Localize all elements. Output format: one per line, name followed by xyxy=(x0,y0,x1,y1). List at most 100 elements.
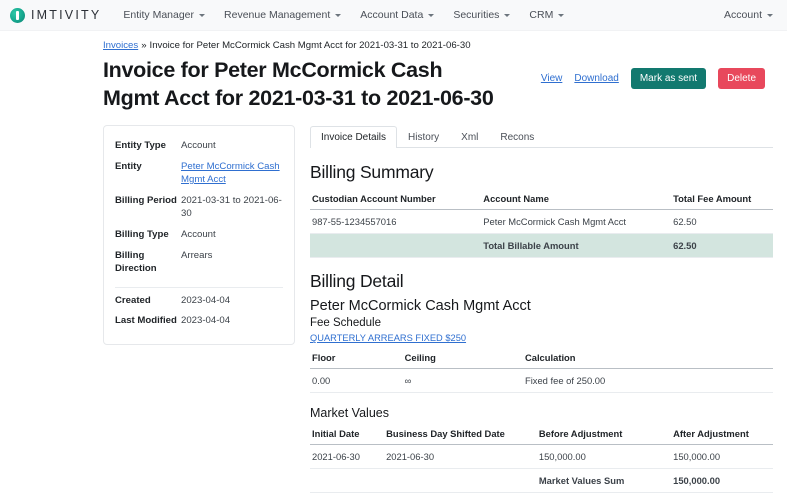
chevron-down-icon xyxy=(504,14,510,17)
nav-right-group: Account xyxy=(724,9,773,21)
mark-as-sent-button[interactable]: Mark as sent xyxy=(631,68,706,89)
cell-summary-label: Market Values Sum xyxy=(537,469,671,493)
detail-label: Billing Direction xyxy=(115,250,181,276)
nav-item-account-data[interactable]: Account Data xyxy=(360,9,434,21)
column-header-account-name: Account Name xyxy=(481,189,671,210)
breadcrumb-separator: » xyxy=(141,40,146,51)
brand-logo[interactable]: IMTIVITY xyxy=(10,8,101,23)
cell-empty xyxy=(310,493,384,500)
detail-value: Peter McCormick Cash Mgmt Acct xyxy=(181,161,283,187)
panel-divider xyxy=(115,287,283,288)
column-header-before-adjustment: Before Adjustment xyxy=(537,424,671,445)
billing-detail-account-name: Peter McCormick Cash Mgmt Acct xyxy=(310,298,773,314)
cell-empty xyxy=(310,469,384,493)
cell-empty xyxy=(310,234,481,258)
column-header-calculation: Calculation xyxy=(523,348,773,369)
nav-item-label: CRM xyxy=(529,9,553,21)
detail-row-created: Created 2023-04-04 xyxy=(115,291,283,312)
billing-summary-table: Custodian Account Number Account Name To… xyxy=(310,189,773,258)
top-navbar: IMTIVITY Entity Manager Revenue Manageme… xyxy=(0,0,787,31)
tab-recons[interactable]: Recons xyxy=(489,126,545,148)
invoice-details-panel: Entity Type Account Entity Peter McCormi… xyxy=(103,125,295,345)
page-title: Invoice for Peter McCormick Cash Mgmt Ac… xyxy=(103,57,495,112)
cell-business-day-shifted-date: 2021-06-30 xyxy=(384,445,537,469)
detail-label: Entity Type xyxy=(115,140,181,153)
chevron-down-icon xyxy=(558,14,564,17)
breadcrumb: Invoices»Invoice for Peter McCormick Cas… xyxy=(0,31,773,55)
total-billable-amount-row: Total Billable Amount 62.50 xyxy=(310,234,773,258)
detail-row-entity: Entity Peter McCormick Cash Mgmt Acct xyxy=(115,157,283,191)
nav-item-label: Revenue Management xyxy=(224,9,330,21)
nav-item-label: Securities xyxy=(453,9,499,21)
fee-schedule-link[interactable]: QUARTERLY ARREARS FIXED $250 xyxy=(310,333,466,343)
detail-row-last-modified: Last Modified 2023-04-04 xyxy=(115,311,283,332)
column-header-custodian-account-number: Custodian Account Number xyxy=(310,189,481,210)
cell-before-adjustment: 150,000.00 xyxy=(537,445,671,469)
fee-schedule-table: Floor Ceiling Calculation 0.00 ∞ Fixed f… xyxy=(310,348,773,393)
column-header-floor: Floor xyxy=(310,348,403,369)
fee-schedule-heading: Fee Schedule xyxy=(310,317,773,329)
detail-label: Created xyxy=(115,295,181,308)
cell-account-name: Peter McCormick Cash Mgmt Acct xyxy=(481,210,671,234)
chevron-down-icon xyxy=(767,14,773,17)
view-link[interactable]: View xyxy=(541,73,563,84)
chevron-down-icon xyxy=(428,14,434,17)
detail-value: 2021-03-31 to 2021-06-30 xyxy=(181,195,283,221)
market-values-section: Market Values Initial Date Business Day … xyxy=(310,406,773,500)
column-header-initial-date: Initial Date xyxy=(310,424,384,445)
cell-total-billable-value: 62.50 xyxy=(671,234,773,258)
detail-value: Account xyxy=(181,229,216,242)
detail-row-billing-period: Billing Period 2021-03-31 to 2021-06-30 xyxy=(115,191,283,225)
detail-row-billing-direction: Billing Direction Arrears xyxy=(115,246,283,280)
column-header-after-adjustment: After Adjustment xyxy=(671,424,773,445)
market-values-heading: Market Values xyxy=(310,406,773,420)
cell-empty xyxy=(384,469,537,493)
delete-button[interactable]: Delete xyxy=(718,68,765,89)
detail-value: 2023-04-04 xyxy=(181,315,230,328)
page-actions: View Download Mark as sent Delete xyxy=(541,68,773,89)
tab-bar: Invoice Details History Xml Recons xyxy=(310,125,773,148)
nav-item-label: Account Data xyxy=(360,9,423,21)
cell-total-fee-amount: 62.50 xyxy=(671,210,773,234)
cell-ceiling: ∞ xyxy=(403,369,523,393)
tab-history[interactable]: History xyxy=(397,126,450,148)
proration-multiplier-row: Proration Multiplier 1.0 xyxy=(310,493,773,500)
nav-item-entity-manager[interactable]: Entity Manager xyxy=(123,9,205,21)
nav-item-revenue-management[interactable]: Revenue Management xyxy=(224,9,341,21)
entity-link[interactable]: Peter McCormick Cash Mgmt Acct xyxy=(181,161,280,185)
billing-summary-section: Billing Summary Custodian Account Number… xyxy=(310,162,773,258)
cell-summary-value: 1.0 xyxy=(671,493,773,500)
primary-nav: Entity Manager Revenue Management Accoun… xyxy=(123,9,564,21)
breadcrumb-link-invoices[interactable]: Invoices xyxy=(103,40,138,51)
column-header-total-fee-amount: Total Fee Amount xyxy=(671,189,773,210)
billing-detail-section: Billing Detail Peter McCormick Cash Mgmt… xyxy=(310,271,773,393)
table-row: 0.00 ∞ Fixed fee of 250.00 xyxy=(310,369,773,393)
tab-invoice-details[interactable]: Invoice Details xyxy=(310,126,397,148)
billing-detail-heading: Billing Detail xyxy=(310,271,773,292)
imtivity-logo-icon xyxy=(10,8,25,23)
table-row: 987-55-1234557016 Peter McCormick Cash M… xyxy=(310,210,773,234)
table-header-row: Floor Ceiling Calculation xyxy=(310,348,773,369)
download-link[interactable]: Download xyxy=(574,73,618,84)
nav-item-label: Account xyxy=(724,9,762,21)
detail-row-billing-type: Billing Type Account xyxy=(115,225,283,246)
cell-initial-date: 2021-06-30 xyxy=(310,445,384,469)
nav-item-account[interactable]: Account xyxy=(724,9,773,21)
detail-label: Last Modified xyxy=(115,315,181,328)
cell-empty xyxy=(384,493,537,500)
table-row: 2021-06-30 2021-06-30 150,000.00 150,000… xyxy=(310,445,773,469)
nav-item-crm[interactable]: CRM xyxy=(529,9,564,21)
nav-item-securities[interactable]: Securities xyxy=(453,9,510,21)
tab-xml[interactable]: Xml xyxy=(450,126,489,148)
detail-label: Billing Period xyxy=(115,195,181,208)
chevron-down-icon xyxy=(199,14,205,17)
cell-custodian-account-number: 987-55-1234557016 xyxy=(310,210,481,234)
market-values-table: Initial Date Business Day Shifted Date B… xyxy=(310,424,773,500)
detail-value: 2023-04-04 xyxy=(181,295,230,308)
detail-row-entity-type: Entity Type Account xyxy=(115,136,283,157)
page-content: Invoices» Invoice for Peter McCormick Cas… xyxy=(0,31,787,500)
main-column: Invoice Details History Xml Recons Billi… xyxy=(310,125,773,500)
page-header: Invoice for Peter McCormick Cash Mgmt Ac… xyxy=(0,55,773,112)
cell-after-adjustment: 150,000.00 xyxy=(671,445,773,469)
detail-value: Arrears xyxy=(181,250,212,263)
